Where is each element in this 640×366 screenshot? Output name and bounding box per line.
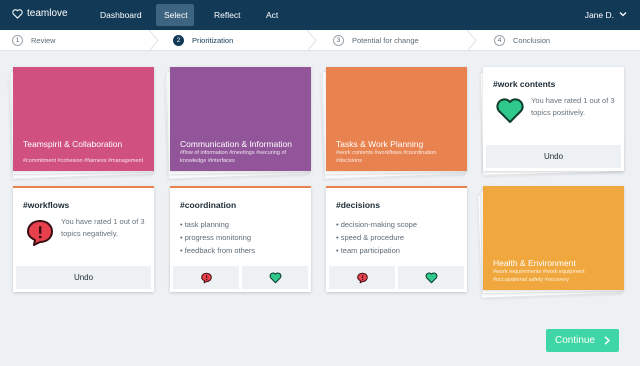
step-number: 1 [12,35,23,46]
topic-bullet: speed & procedure [336,231,417,244]
nav-dashboard[interactable]: Dashboard [92,4,144,26]
continue-label: Continue [555,335,596,346]
heart-icon [269,272,281,283]
step-number: 2 [173,35,184,46]
step-potential-for-change[interactable]: 3 Potential for change [333,30,419,51]
progress-stepper: 1 Review 2 Prioritization 3 Potential fo… [0,30,640,51]
rating-summary: You have rated 1 out of 3 topics positiv… [531,96,615,117]
category-title: Tasks & Work Planning [336,139,424,149]
category-card-communication[interactable]: Communication & Information #flow of inf… [170,67,311,171]
category-card-tasks[interactable]: Tasks & Work Planning #work contents #wo… [326,67,467,171]
category-title: Health & Environment [493,258,576,268]
rating-summary: You have rated 1 out of 3 topics negativ… [61,217,145,238]
topic-card-decisions: #decisions decision-making scope speed &… [326,186,467,292]
user-menu[interactable]: Jane D. [585,4,614,26]
rated-card-workflows: #workflows You have rated 1 out of 3 top… [13,186,154,292]
alert-icon [200,272,212,283]
undo-button[interactable]: Undo [16,266,151,289]
topic-bullet: team participation [336,244,417,257]
rated-card-work-contents: #work contents You have rated 1 out of 3… [483,67,624,171]
step-separator [466,30,477,51]
step-number: 4 [494,35,505,46]
nav-select[interactable]: Select [156,4,194,26]
heart-icon [425,272,437,283]
continue-button[interactable]: Continue [546,329,619,352]
step-label: Prioritization [192,36,234,45]
step-number: 3 [333,35,344,46]
undo-button[interactable]: Undo [486,145,621,168]
topic-bullet-list: decision-making scope speed & procedure … [336,218,417,257]
rate-negative-button[interactable] [329,266,395,289]
topic-bullet-list: task planning progress monitoring feedba… [180,218,255,257]
chevron-right-icon [604,336,611,345]
alert-icon [356,272,368,283]
step-separator [306,30,317,51]
step-label: Potential for change [352,36,419,45]
category-title: Communication & Information [180,139,292,149]
card-title: #decisions [336,200,380,210]
topic-bullet: feedback from others [180,244,255,257]
category-tags: #work requirements #work equipment #occu… [493,269,585,283]
topic-bullet: task planning [180,218,255,231]
card-title: #work contents [493,79,556,89]
category-card-teamspirit[interactable]: Teamspirit & Collaboration #commitment #… [13,67,154,171]
step-review[interactable]: 1 Review [12,30,56,51]
rate-positive-button[interactable] [398,266,464,289]
top-navigation: teamlove Dashboard Select Reflect Act Ja… [0,0,640,30]
category-tags: #flow of information #meetings #securing… [180,150,287,164]
nav-act[interactable]: Act [258,4,284,26]
heart-logo-icon [12,8,23,19]
heart-icon [496,98,524,123]
step-prioritization[interactable]: 2 Prioritization [173,30,233,51]
category-title: Teamspirit & Collaboration [23,139,123,149]
category-tags: #commitment #cohesion #fairness #managem… [23,158,144,164]
step-label: Conclusion [513,36,551,45]
rate-positive-button[interactable] [242,266,308,289]
logo-text: teamlove [27,8,68,19]
rate-negative-button[interactable] [173,266,239,289]
topic-card-coordination: #coordination task planning progress mon… [170,186,311,292]
chevron-down-icon[interactable] [618,9,628,19]
card-title: #workflows [23,200,70,210]
topic-bullet: decision-making scope [336,218,417,231]
logo[interactable]: teamlove [12,8,68,19]
step-separator [148,30,159,51]
category-card-health[interactable]: Health & Environment #work requirements … [483,186,624,290]
alert-icon [27,220,53,246]
category-tags: #work contents #workflows #coordination … [336,150,437,164]
step-label: Review [31,36,56,45]
card-title: #coordination [180,200,237,210]
nav-reflect[interactable]: Reflect [206,4,246,26]
topic-bullet: progress monitoring [180,231,255,244]
step-conclusion[interactable]: 4 Conclusion [494,30,550,51]
